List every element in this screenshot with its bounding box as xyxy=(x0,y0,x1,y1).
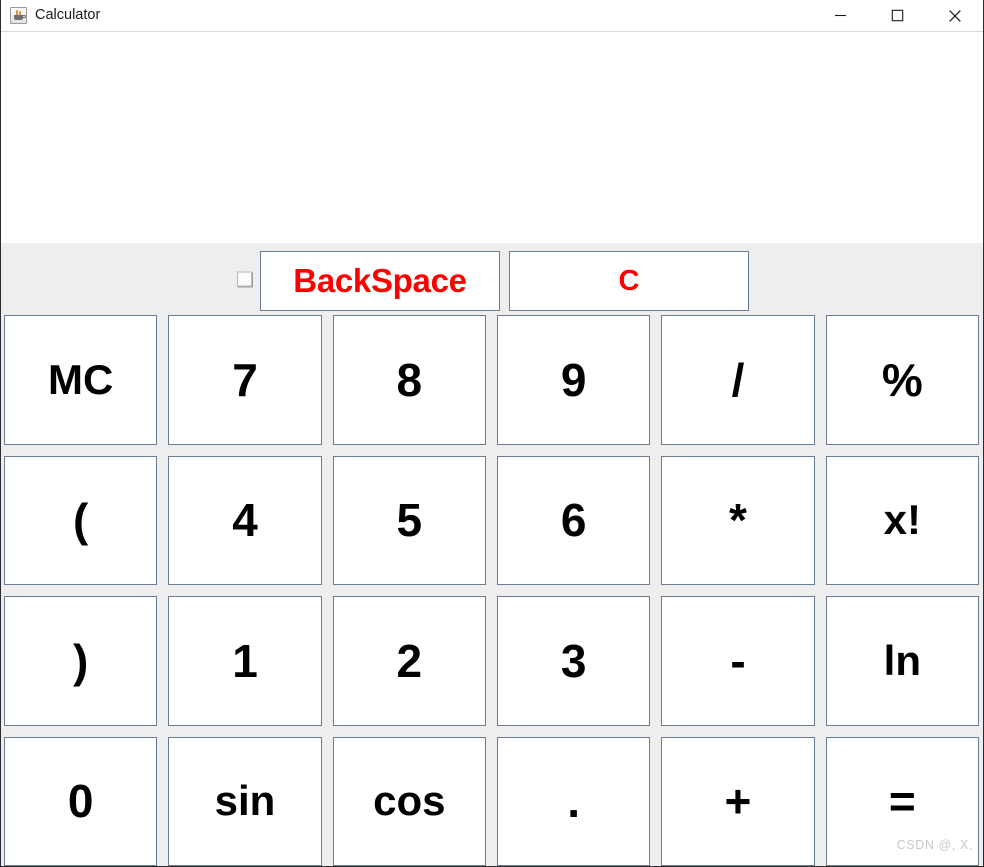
key-percent[interactable]: % xyxy=(825,315,979,445)
key-2[interactable]: 2 xyxy=(332,596,486,726)
minimize-button[interactable] xyxy=(812,0,869,31)
display-toggle-checkbox[interactable] xyxy=(237,271,252,287)
key-cos[interactable]: cos xyxy=(332,736,486,866)
key-3[interactable]: 3 xyxy=(496,596,651,726)
key-9[interactable]: 9 xyxy=(496,315,651,445)
window-controls xyxy=(812,0,983,31)
title-bar: Calculator xyxy=(1,0,983,32)
close-button[interactable] xyxy=(926,0,983,31)
backspace-button[interactable]: BackSpace xyxy=(260,251,500,311)
key-8[interactable]: 8 xyxy=(332,315,486,445)
key-sin[interactable]: sin xyxy=(168,736,322,866)
maximize-button[interactable] xyxy=(869,0,926,31)
key-minus[interactable]: - xyxy=(661,596,815,726)
key-factorial[interactable]: x! xyxy=(825,455,979,585)
key-mc[interactable]: MC xyxy=(4,315,158,445)
key-multiply[interactable]: * xyxy=(661,455,815,585)
key-ln[interactable]: ln xyxy=(825,596,979,726)
key-equals[interactable]: = xyxy=(825,736,979,866)
title-bar-left: Calculator xyxy=(1,7,100,24)
java-icon-cup xyxy=(14,15,26,20)
key-open-paren[interactable]: ( xyxy=(4,455,158,585)
display-input[interactable] xyxy=(1,32,983,243)
key-1[interactable]: 1 xyxy=(168,596,322,726)
java-coffee-cup-icon xyxy=(10,7,27,24)
key-7[interactable]: 7 xyxy=(168,315,322,445)
key-6[interactable]: 6 xyxy=(496,455,651,585)
key-plus[interactable]: + xyxy=(661,736,815,866)
calculator-window: Calculator BackSpace C MC 7 8 9 / % (4 … xyxy=(0,0,984,867)
key-close-paren[interactable]: ) xyxy=(4,596,158,726)
key-0[interactable]: 0 xyxy=(4,736,158,866)
clear-button[interactable]: C xyxy=(509,251,749,311)
key-4[interactable]: 4 xyxy=(168,455,322,585)
key-5[interactable]: 5 xyxy=(332,455,486,585)
window-title: Calculator xyxy=(35,7,101,24)
display-area xyxy=(1,32,983,243)
keypad-grid: MC 7 8 9/% (4 5 6 * x!) 1 2 3- ln 0 sin cos. + = xyxy=(1,315,983,866)
top-control-row: BackSpace C xyxy=(1,243,983,315)
key-divide[interactable]: / xyxy=(661,315,815,445)
key-decimal[interactable]: . xyxy=(496,736,651,866)
